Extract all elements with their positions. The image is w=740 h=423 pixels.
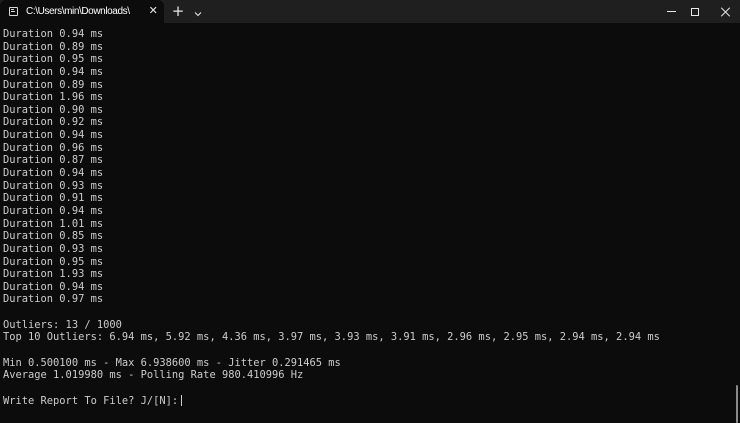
duration-line: Duration 0.94 ms bbox=[3, 28, 104, 40]
min-max-jitter-line: Min 0.500100 ms - Max 6.938600 ms - Jitt… bbox=[3, 356, 341, 369]
duration-line: Duration 0.89 ms bbox=[3, 78, 104, 91]
console-lines: Duration 0.94 ms Duration 0.89 ms Durati… bbox=[3, 28, 660, 407]
duration-line: Duration 0.90 ms bbox=[3, 103, 104, 116]
tab-title: C:\Users\min\Downloads\ bbox=[26, 6, 130, 17]
new-tab-button[interactable]: + bbox=[171, 3, 185, 19]
duration-line: Duration 0.94 ms bbox=[3, 204, 104, 217]
duration-line: Duration 1.01 ms bbox=[3, 217, 104, 230]
tab-close-icon[interactable]: ✕ bbox=[146, 4, 160, 18]
title-bar: C:\Users\min\Downloads\ ✕ + bbox=[0, 0, 740, 23]
close-icon bbox=[721, 7, 731, 17]
duration-line: Duration 0.93 ms bbox=[3, 179, 104, 192]
duration-line: Duration 0.91 ms bbox=[3, 192, 104, 205]
duration-line: Duration 0.92 ms bbox=[3, 116, 104, 129]
duration-line: Duration 1.96 ms bbox=[3, 91, 104, 104]
maximize-icon bbox=[691, 7, 699, 16]
duration-line: Duration 0.95 ms bbox=[3, 53, 104, 66]
text-cursor bbox=[181, 395, 183, 407]
terminal-output[interactable]: Duration 0.94 ms Duration 0.89 ms Durati… bbox=[0, 23, 740, 423]
duration-line: Duration 0.94 ms bbox=[3, 167, 104, 180]
duration-line: Duration 1.93 ms bbox=[3, 268, 104, 281]
terminal-icon bbox=[9, 7, 18, 16]
prompt-text: Write Report To File? J/[N]: bbox=[3, 394, 179, 407]
duration-line: Duration 0.93 ms bbox=[3, 242, 104, 255]
chevron-down-icon bbox=[194, 12, 202, 17]
prompt-line[interactable]: Write Report To File? J/[N]: bbox=[3, 395, 660, 408]
top-outliers-line: Top 10 Outliers: 6.94 ms, 5.92 ms, 4.36 … bbox=[3, 331, 660, 344]
duration-line: Duration 0.85 ms bbox=[3, 230, 104, 243]
duration-line: Duration 0.97 ms bbox=[3, 293, 104, 306]
scrollbar-thumb[interactable] bbox=[736, 385, 738, 423]
duration-line: Duration 0.89 ms bbox=[3, 40, 104, 53]
duration-line: Duration 0.96 ms bbox=[3, 141, 104, 154]
terminal-tab[interactable]: C:\Users\min\Downloads\ ✕ bbox=[0, 0, 164, 23]
outliers-summary: Outliers: 13 / 1000 bbox=[3, 318, 122, 331]
duration-line: Duration 0.95 ms bbox=[3, 255, 104, 268]
tab-dropdown-button[interactable] bbox=[191, 4, 205, 18]
average-polling-line: Average 1.019980 ms - Polling Rate 980.4… bbox=[3, 369, 304, 382]
duration-line: Duration 0.94 ms bbox=[3, 129, 104, 142]
duration-line: Duration 0.94 ms bbox=[3, 65, 104, 78]
duration-line: Duration 0.94 ms bbox=[3, 280, 104, 293]
close-window-button[interactable] bbox=[703, 0, 740, 23]
duration-line: Duration 0.87 ms bbox=[3, 154, 104, 167]
